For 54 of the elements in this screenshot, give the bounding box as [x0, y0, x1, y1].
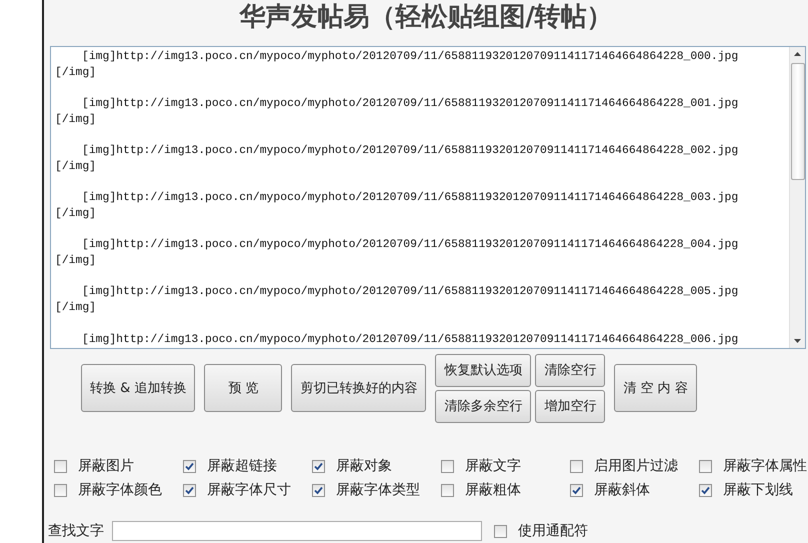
checkbox[interactable] [699, 484, 712, 496]
checkbox[interactable] [183, 460, 196, 472]
scroll-up-icon[interactable] [794, 52, 801, 56]
checkbox[interactable] [183, 484, 196, 496]
checkbox[interactable] [441, 484, 454, 496]
code-line: [/img] [55, 301, 98, 316]
checkbox-label: 使用通配符 [518, 522, 588, 540]
code-line: [/img] [55, 160, 98, 175]
action-button[interactable]: 清 空 内 容 [614, 364, 697, 412]
checkbox[interactable] [570, 460, 583, 472]
checkbox-label: 屏蔽下划线 [723, 481, 793, 499]
search-field[interactable] [112, 521, 482, 541]
checkbox[interactable] [441, 460, 454, 472]
checkbox-label: 启用图片过滤 [594, 457, 678, 475]
code-line: [img]http://img13.poco.cn/mypoco/myphoto/20120709/11/65881193201207091141171464664864228_001.jpg [81, 97, 740, 112]
text-editor[interactable] [50, 46, 806, 349]
action-button[interactable]: 清除多余空行 [435, 390, 532, 422]
code-line: [/img] [55, 66, 98, 81]
checkbox-label: 屏蔽斜体 [594, 481, 650, 499]
action-button[interactable]: 增加空行 [535, 390, 606, 422]
checkbox-label: 屏蔽对象 [336, 457, 392, 475]
checkbox[interactable] [699, 460, 712, 472]
action-button[interactable]: 清除空行 [535, 354, 606, 386]
code-line: [/img] [55, 254, 98, 270]
checkbox-label: 屏蔽字体属性 [723, 457, 807, 475]
code-line: [/img] [55, 112, 98, 128]
code-line: [img]http://img13.poco.cn/mypoco/myphoto/20120709/11/65881193201207091141171464664864228_002.jpg [81, 144, 740, 160]
checkbox[interactable] [312, 460, 325, 472]
checkbox[interactable] [570, 484, 583, 496]
checkbox-label: 屏蔽超链接 [207, 457, 277, 475]
code-line: [img]http://img13.poco.cn/mypoco/myphoto/20120709/11/65881193201207091141171464664864228_003.jpg [81, 191, 740, 206]
action-button[interactable]: 恢复默认选项 [435, 354, 532, 386]
checkbox-label: 屏蔽字体类型 [336, 481, 420, 499]
checkbox-label: 屏蔽粗体 [465, 481, 521, 499]
checkbox-label: 屏蔽图片 [78, 457, 134, 475]
checkbox[interactable] [312, 484, 325, 496]
action-button[interactable]: 预 览 [204, 364, 282, 412]
code-line: [img]http://img13.poco.cn/mypoco/myphoto/20120709/11/65881193201207091141171464664864228_000.jpg [81, 50, 740, 65]
search-label: 查找文字 [48, 522, 104, 540]
code-line: [img]http://img13.poco.cn/mypoco/myphoto/20120709/11/65881193201207091141171464664864228_004.jpg [81, 238, 740, 254]
checkbox-label: 屏蔽字体尺寸 [207, 481, 291, 499]
checkbox[interactable] [54, 460, 67, 472]
scrollbar[interactable] [789, 47, 805, 348]
action-button[interactable]: 转换 & 追加转换 [81, 364, 196, 412]
code-line: [img]http://img13.poco.cn/mypoco/myphoto/20120709/11/65881193201207091141171464664864228_005.jpg [81, 285, 740, 300]
checkbox-label: 屏蔽文字 [465, 457, 521, 475]
app-title: 华声发帖易（轻松贴组图/转帖） [238, 0, 614, 34]
action-button[interactable]: 剪切已转换好的内容 [291, 364, 426, 412]
code-line: [img]http://img13.poco.cn/mypoco/myphoto/20120709/11/65881193201207091141171464664864228_006.jpg [81, 332, 740, 348]
code-line: [/img] [55, 206, 98, 222]
checkbox[interactable] [54, 484, 67, 496]
scroll-down-icon[interactable] [794, 339, 801, 343]
checkbox-label: 屏蔽字体颜色 [78, 481, 162, 499]
checkbox[interactable] [494, 524, 507, 538]
